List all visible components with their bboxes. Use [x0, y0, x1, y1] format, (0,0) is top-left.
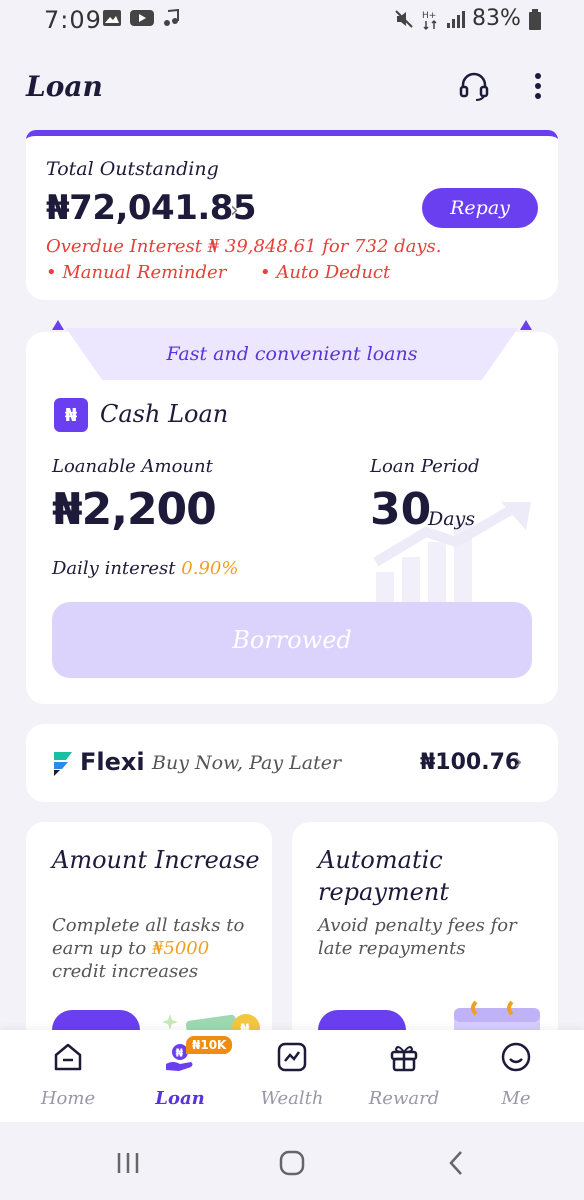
nav-item-me[interactable]: Me [466, 1040, 566, 1120]
cash-loan-title: Cash Loan [100, 400, 229, 428]
nav-label: Reward [368, 1088, 440, 1109]
outstanding-amount[interactable]: ₦72,041.85 [46, 188, 257, 228]
ribbon-corner-right [520, 320, 532, 330]
battery-icon [528, 9, 542, 35]
loan-period-unit: Days [428, 508, 476, 530]
nav-item-loan[interactable]: ₦ ₦10K Loan [130, 1036, 233, 1120]
chevron-right-icon: › [514, 750, 523, 775]
back-icon[interactable] [436, 1148, 476, 1178]
promo-title: Automatic repayment [318, 846, 449, 906]
outstanding-card: Total Outstanding ₦72,041.85 › Repay Ove… [26, 130, 558, 300]
loan-banner: Fast and convenient loans [66, 328, 518, 380]
recent-apps-icon[interactable] [108, 1148, 148, 1178]
app-header: Loan [0, 40, 584, 130]
status-time: 7:09 [44, 6, 102, 34]
gallery-icon [102, 9, 122, 31]
gift-icon [387, 1040, 421, 1074]
auto-deduct-text: • Auto Deduct [260, 262, 391, 283]
flexi-tagline: Buy Now, Pay Later [152, 752, 342, 774]
daily-interest: Daily interest 0.90% [52, 558, 238, 579]
flexi-card[interactable]: Flexi Buy Now, Pay Later ₦100.76 › [26, 724, 558, 802]
smiley-icon [499, 1040, 533, 1074]
system-navigation-bar [0, 1122, 584, 1200]
overdue-interest-text: Overdue Interest ₦ 39,848.61 for 732 day… [46, 236, 442, 257]
loanable-amount-value: ₦2,200 [52, 484, 217, 535]
more-vertical-icon[interactable] [518, 66, 558, 106]
network-type-icon: H+ [422, 9, 440, 35]
nav-label: Me [501, 1088, 531, 1109]
promo-description: Complete all tasks to earn up to ₦5000 c… [52, 915, 245, 982]
flexi-logo-icon [54, 752, 72, 776]
repay-button[interactable]: Repay [422, 188, 538, 228]
youtube-icon [130, 9, 154, 31]
nav-label: Loan [155, 1088, 205, 1109]
amount-increase-card[interactable]: Amount Increase Complete all tasks to ea… [26, 822, 272, 1062]
svg-text:₦: ₦ [176, 1047, 184, 1060]
automatic-repayment-card[interactable]: Automatic repayment Avoid penalty fees f… [292, 822, 558, 1062]
bottom-navigation: Home ₦ ₦10K Loan Wealth Reward Me [0, 1030, 584, 1122]
daily-interest-label: Daily interest [52, 558, 176, 579]
nav-label: Home [40, 1088, 96, 1109]
nav-item-wealth[interactable]: Wealth [242, 1040, 342, 1120]
battery-percent: 83% [472, 6, 521, 31]
loanable-amount-label: Loanable Amount [52, 456, 213, 477]
home-icon [51, 1040, 85, 1074]
cash-loan-icon: ₦ [54, 398, 88, 432]
outstanding-label: Total Outstanding [46, 158, 219, 180]
nav-item-reward[interactable]: Reward [354, 1040, 454, 1120]
borrowed-button[interactable]: Borrowed [52, 602, 532, 678]
nav-label: Wealth [260, 1088, 324, 1109]
svg-text:H+: H+ [422, 11, 436, 21]
loan-period-value: 30 [370, 484, 432, 535]
wealth-icon [275, 1040, 309, 1074]
flexi-amount: ₦100.76 [420, 750, 521, 775]
loan-badge: ₦10K [186, 1036, 233, 1054]
manual-reminder-text: • Manual Reminder [46, 262, 227, 283]
nav-item-home[interactable]: Home [18, 1040, 118, 1120]
signal-icon [446, 9, 468, 33]
promo-title: Amount Increase [52, 846, 260, 874]
page-title: Loan [26, 70, 103, 103]
status-bar: 7:09 H+ 83% [0, 0, 584, 40]
mute-icon [394, 9, 414, 33]
flexi-name: Flexi [80, 748, 145, 776]
promo-description: Avoid penalty fees for late repayments [318, 915, 517, 959]
loan-period-label: Loan Period [370, 456, 480, 477]
chevron-right-icon[interactable]: › [230, 198, 239, 223]
headset-icon[interactable] [454, 66, 494, 106]
daily-interest-value: 0.90% [181, 558, 239, 579]
music-icon [162, 8, 180, 31]
cash-loan-card: Fast and convenient loans ₦ Cash Loan Lo… [26, 320, 558, 704]
ribbon-corner-left [52, 320, 64, 330]
home-button-icon[interactable] [272, 1148, 312, 1178]
